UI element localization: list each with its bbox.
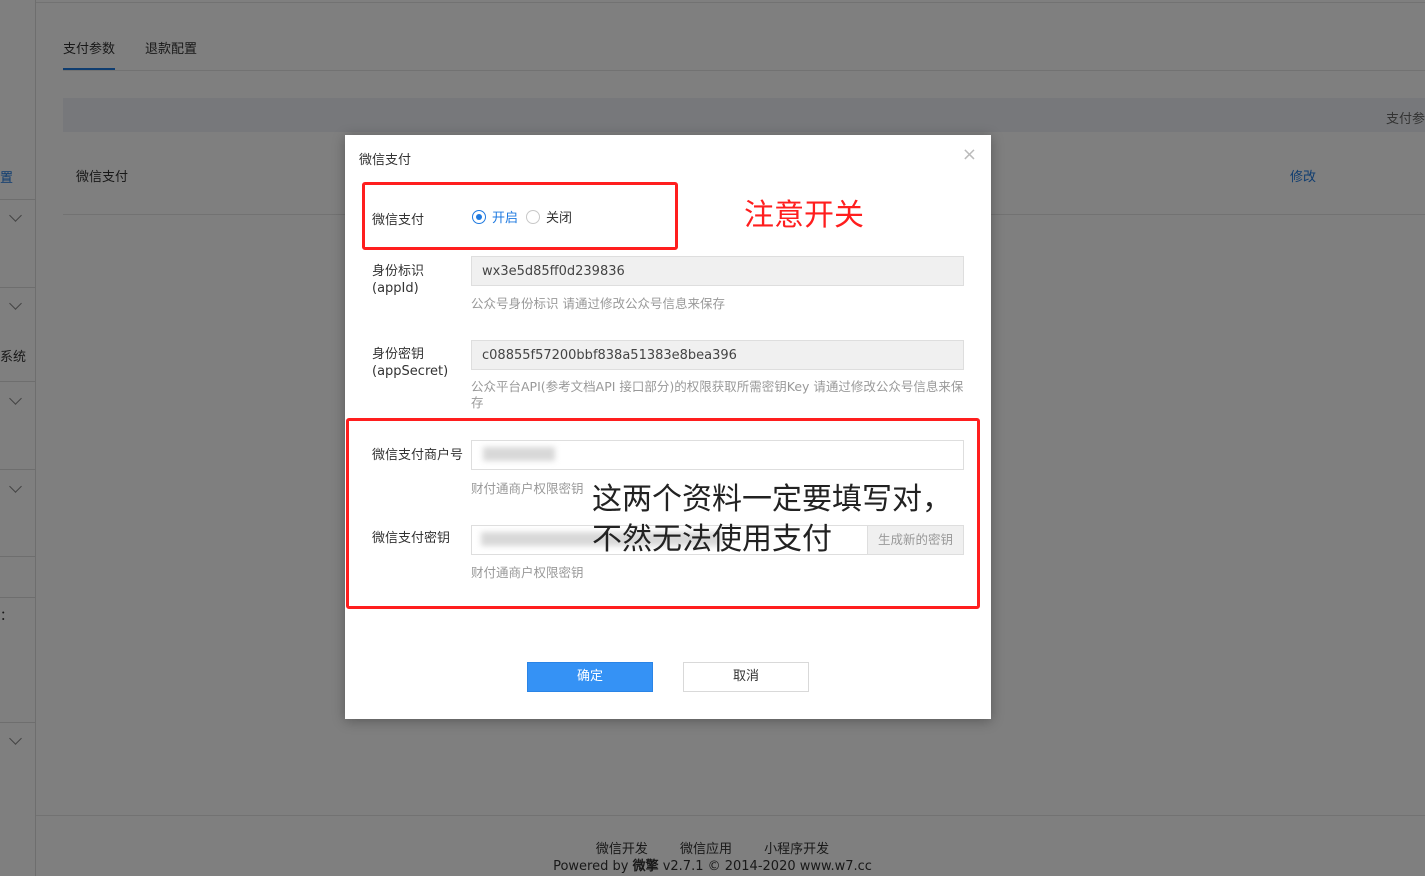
appsecret-label-line2: (appSecret) <box>372 364 449 379</box>
page: 置 系统 ： 支付参数 退款配置 支付参 微信支付 修改 微信开发 微信应用 小… <box>0 0 1425 876</box>
appid-label: 身份标识 (appId) <box>372 263 424 297</box>
appsecret-label-line1: 身份密钥 <box>372 347 425 362</box>
annotation-box-switch <box>362 182 678 250</box>
appid-help: 公众号身份标识 请通过修改公众号信息来保存 <box>471 296 725 311</box>
appsecret-label: 身份密钥 (appSecret) <box>372 346 448 380</box>
appid-input[interactable]: wx3e5d85ff0d239836 <box>471 256 964 286</box>
appid-label-line1: 身份标识 <box>372 264 425 279</box>
appid-label-line2: (appId) <box>372 281 419 296</box>
annotation-note-line1: 这两个资料一定要填写对， <box>592 482 952 517</box>
appsecret-input[interactable]: c08855f57200bbf838a51383e8bea396 <box>471 340 964 370</box>
close-icon[interactable]: × <box>962 145 977 165</box>
confirm-button[interactable]: 确定 <box>527 662 653 692</box>
annotation-credentials-note: 这两个资料一定要填写对， 不然无法使用支付 <box>592 480 952 560</box>
annotation-switch-note: 注意开关 <box>744 198 864 233</box>
cancel-button[interactable]: 取消 <box>683 662 809 692</box>
dialog-title: 微信支付 <box>359 153 412 168</box>
annotation-note-line2: 不然无法使用支付 <box>592 522 832 557</box>
appsecret-help: 公众平台API(参考文档API 接口部分)的权限获取所需密钥Key 请通过修改公… <box>471 379 964 410</box>
